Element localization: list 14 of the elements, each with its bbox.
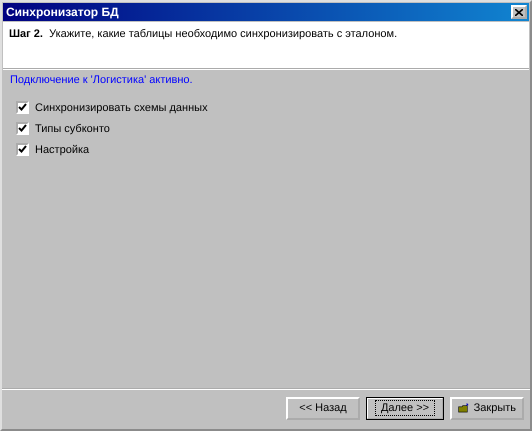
window-title: Синхронизатор БД (6, 5, 119, 19)
next-button[interactable]: Далее >> (366, 396, 444, 420)
back-button[interactable]: << Назад (286, 396, 360, 420)
checkbox-label: Синхронизировать схемы данных (35, 102, 208, 114)
checkbox-label: Типы субконто (35, 122, 110, 134)
close-dialog-button[interactable]: Закрыть (450, 396, 524, 420)
step-instruction: Шаг 2. Укажите, какие таблицы необходимо синхронизировать с эталоном. (9, 28, 398, 40)
checkbox[interactable] (16, 101, 29, 114)
checkbox-label: Настройка (35, 144, 90, 156)
connection-status: Подключение к 'Логистика' активно. (10, 74, 194, 86)
close-icon (515, 8, 523, 16)
checkbox[interactable] (16, 143, 29, 156)
close-button[interactable] (511, 5, 527, 19)
checkbox[interactable] (16, 122, 29, 135)
